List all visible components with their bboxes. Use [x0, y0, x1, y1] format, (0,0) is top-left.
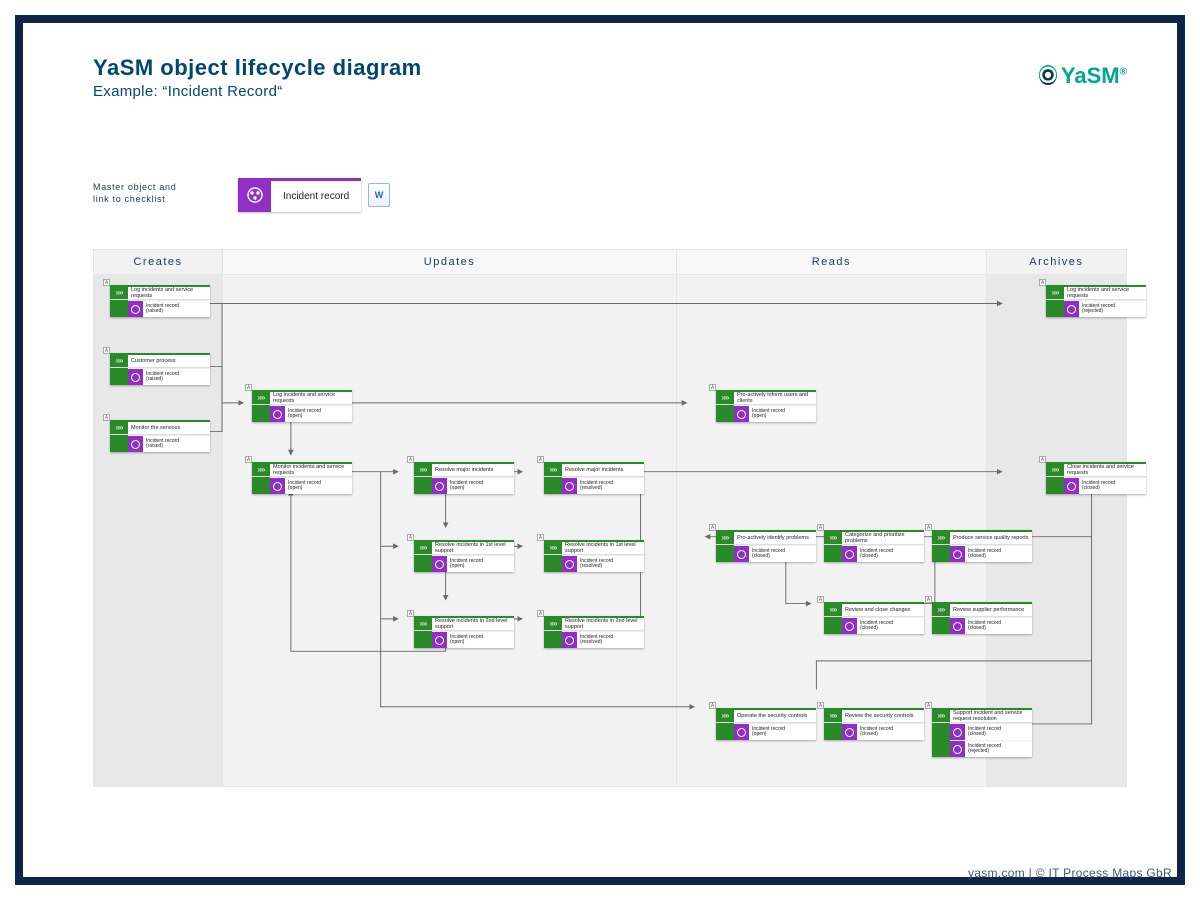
node-r1[interactable]: APro-actively inform users and clientsIn…	[716, 390, 816, 422]
node-u2[interactable]: AMonitor incidents and service requestsI…	[252, 462, 352, 494]
node-r4a[interactable]: AOperate the security controlsIncident r…	[716, 708, 816, 740]
node-u4b[interactable]: AResolve incidents in 1st level supportI…	[544, 540, 644, 572]
brand-text: YaSM	[1061, 63, 1120, 88]
master-label: Incident record	[271, 178, 361, 212]
node-u3b[interactable]: AResolve major incidentsIncident record(…	[544, 462, 644, 494]
node-c2[interactable]: ACustomer processIncident record(raised)	[110, 353, 210, 385]
node-r2b[interactable]: ACategorize and prioritize problemsIncid…	[824, 530, 924, 562]
lane-head-updates: Updates	[223, 250, 676, 275]
document-frame: YaSM object lifecycle diagram Example: “…	[15, 15, 1185, 885]
node-a1[interactable]: ALog incidents and service requestsIncid…	[1046, 285, 1146, 317]
page-subtitle: Example: “Incident Record“	[93, 83, 422, 100]
node-r2a[interactable]: APro-actively identify problemsIncident …	[716, 530, 816, 562]
page-title: YaSM object lifecycle diagram	[93, 55, 422, 81]
trademark: ®	[1120, 67, 1127, 78]
node-a2[interactable]: AClose incidents and service requestsInc…	[1046, 462, 1146, 494]
master-object[interactable]: Incident record	[238, 178, 361, 212]
lane-head-creates: Creates	[94, 250, 222, 275]
word-doc-icon[interactable]: W	[368, 183, 390, 207]
eye-icon	[1039, 65, 1057, 85]
lane-head-reads: Reads	[677, 250, 986, 275]
node-r3b[interactable]: AReview supplier performanceIncident rec…	[932, 602, 1032, 634]
node-c3[interactable]: AMonitor the servicesIncident record(rai…	[110, 420, 210, 452]
legend-text: Master object and link to checklist	[93, 181, 176, 205]
node-u5a[interactable]: AResolve incidents in 2nd level supportI…	[414, 616, 514, 648]
title-block: YaSM object lifecycle diagram Example: “…	[93, 55, 422, 100]
footer-text: yasm.com | © IT Process Maps GbR	[968, 866, 1172, 880]
node-r4b[interactable]: AReview the security controlsIncident re…	[824, 708, 924, 740]
node-u1[interactable]: ALog incidents and service requestsIncid…	[252, 390, 352, 422]
node-u3a[interactable]: AResolve major incidentsIncident record(…	[414, 462, 514, 494]
node-u4a[interactable]: AResolve incidents in 1st level supportI…	[414, 540, 514, 572]
node-r3a[interactable]: AReview and close changesIncident record…	[824, 602, 924, 634]
lifecycle-panel: Creates Updates Reads Archives	[93, 249, 1127, 787]
node-u5b[interactable]: AResolve incidents in 2nd level supportI…	[544, 616, 644, 648]
lane-head-archives: Archives	[987, 250, 1126, 275]
node-r2c[interactable]: AProduce service quality reportsIncident…	[932, 530, 1032, 562]
record-icon	[238, 178, 271, 212]
brand-logo: YaSM®	[1039, 63, 1127, 89]
node-r4c[interactable]: ASupport incident and service request re…	[932, 708, 1032, 757]
node-c1[interactable]: ALog incidents and service requestsIncid…	[110, 285, 210, 317]
